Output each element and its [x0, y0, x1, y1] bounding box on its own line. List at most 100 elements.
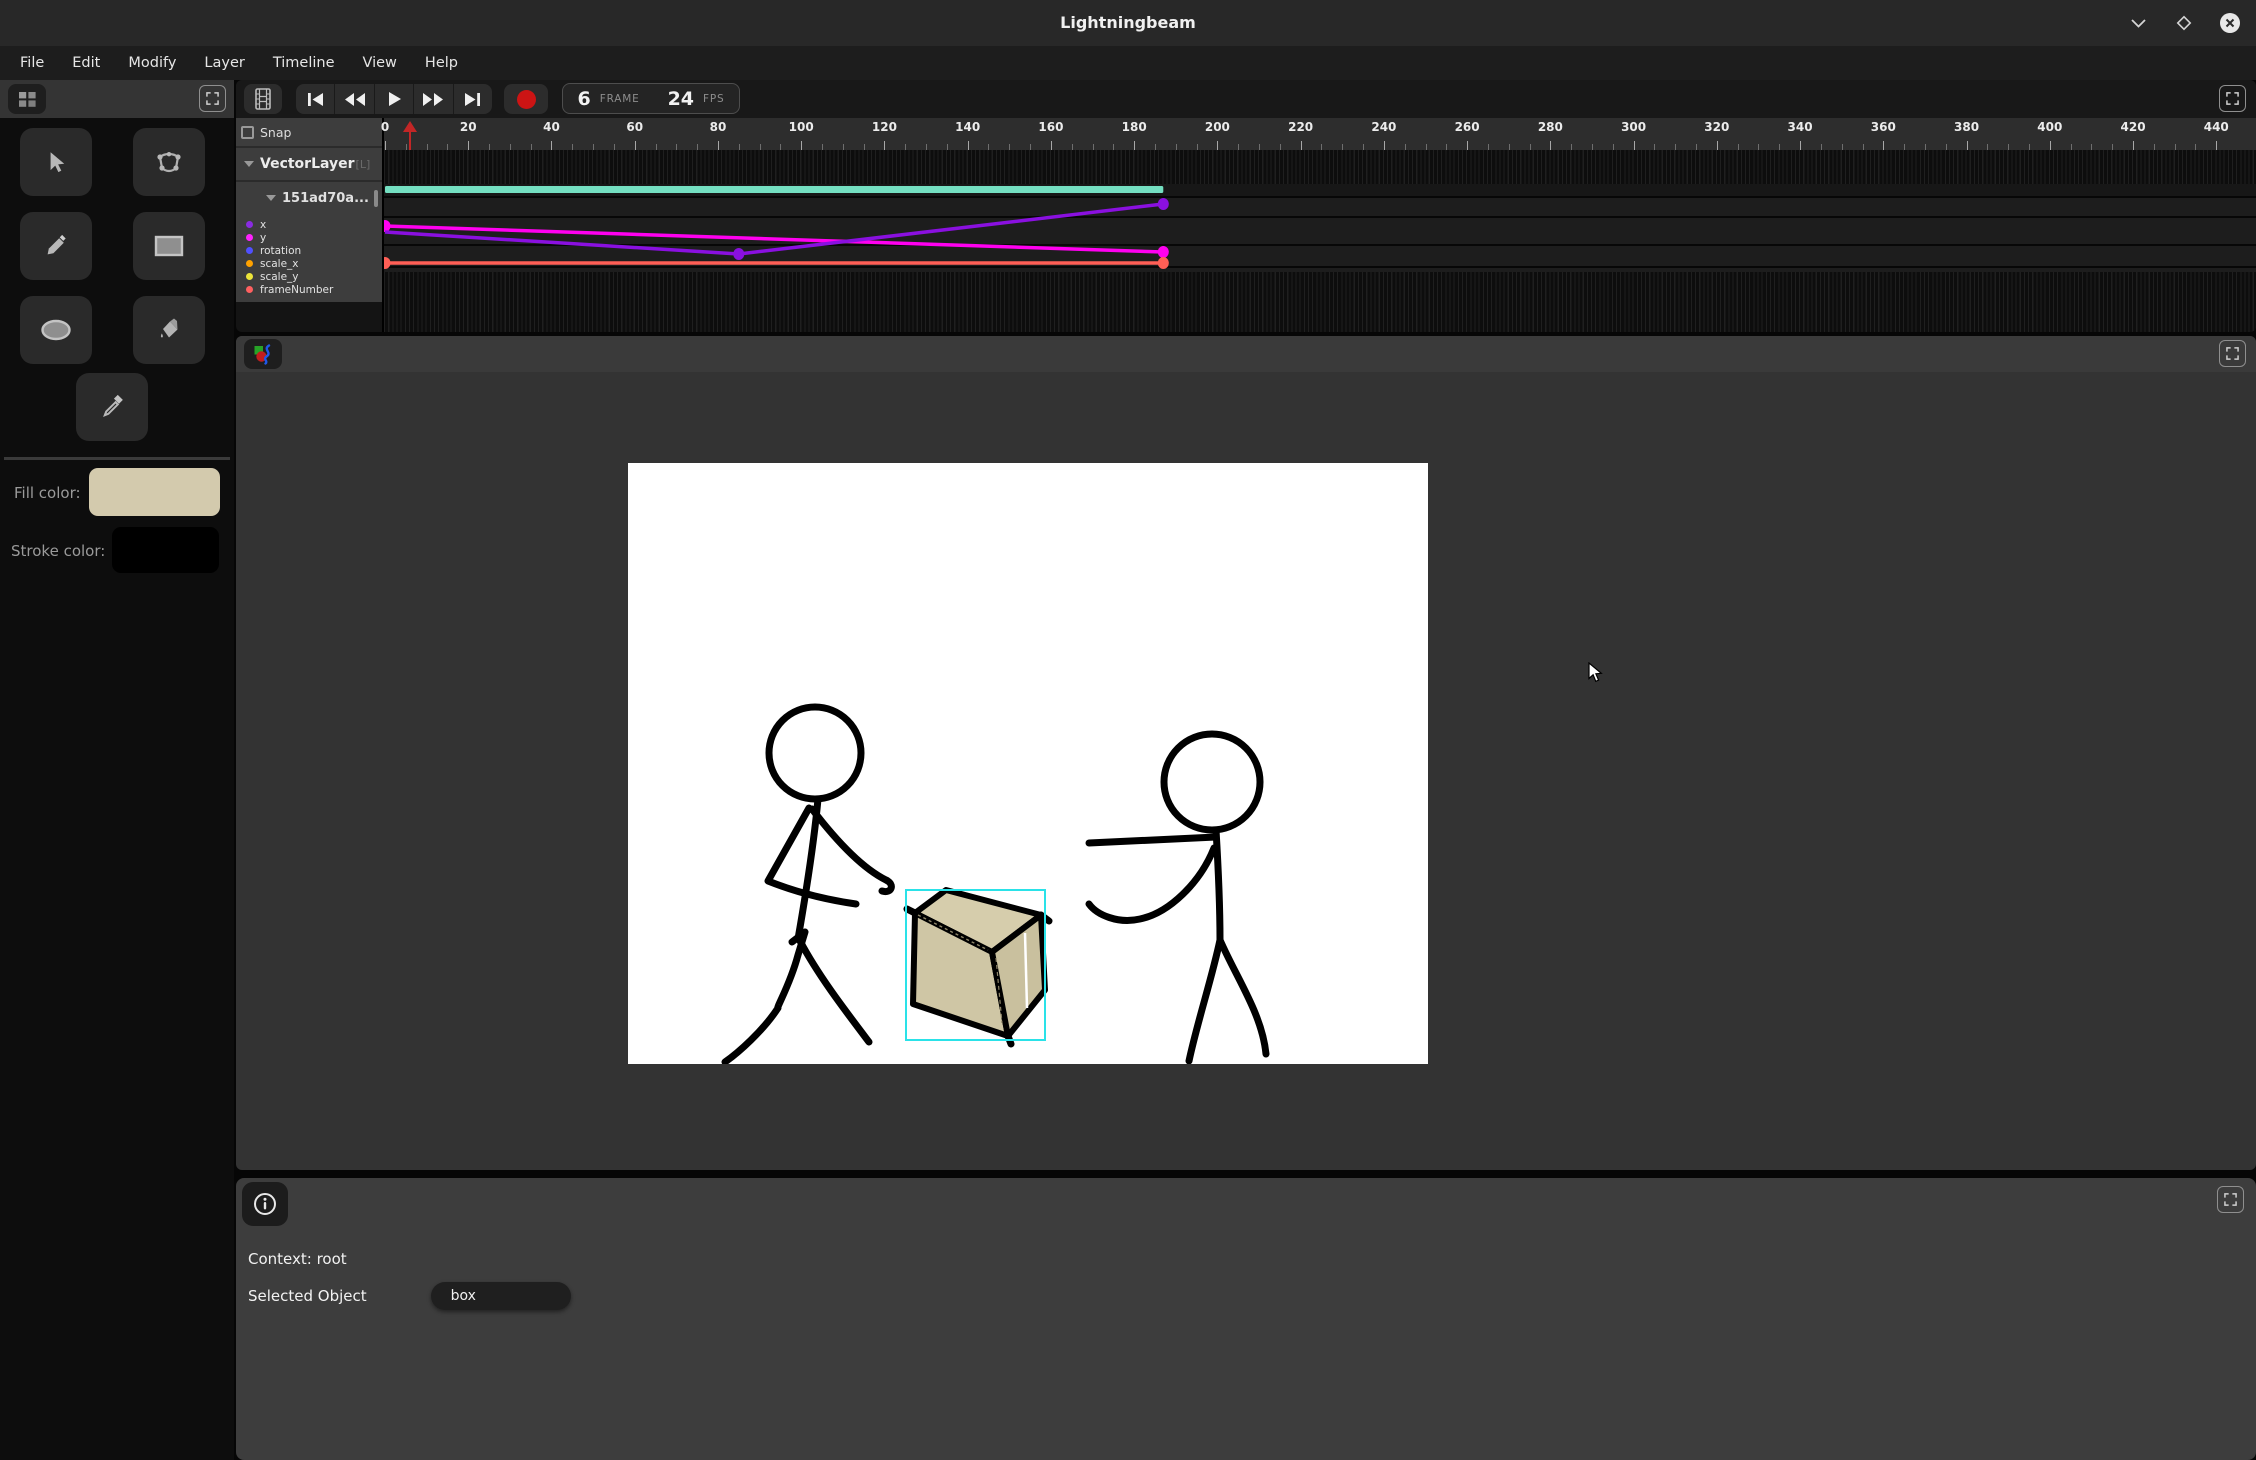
artboard[interactable]: [628, 463, 1428, 1064]
panel-grid-button[interactable]: [8, 84, 46, 114]
playhead[interactable]: [403, 121, 417, 150]
object-row[interactable]: 151ad70a... ~: [236, 182, 382, 214]
ruler-label: 380: [1954, 120, 1979, 134]
rewind-button[interactable]: [335, 84, 374, 114]
collapse-caret-icon[interactable]: [266, 195, 276, 201]
timeline-tracks[interactable]: 0204060801001201401601802002202402602803…: [382, 118, 2256, 332]
ruler-tick: [968, 141, 969, 150]
sidebar-expand-button[interactable]: [199, 85, 226, 112]
ruler-label: 440: [2204, 120, 2229, 134]
select-tool-button[interactable]: [20, 128, 92, 196]
property-rotation[interactable]: rotation: [236, 244, 382, 257]
menu-item-modify[interactable]: Modify: [114, 46, 190, 80]
ruler-label: 200: [1205, 120, 1230, 134]
property-scale_y[interactable]: scale_y: [236, 270, 382, 283]
paint-bucket-tool-button[interactable]: [133, 296, 205, 364]
timeline-header: 6 FRAME 24 FPS: [236, 80, 2256, 118]
ruler-label: 180: [1122, 120, 1147, 134]
eyedropper-tool-button[interactable]: [76, 373, 148, 441]
snap-row: Snap: [236, 118, 382, 146]
menu-item-help[interactable]: Help: [411, 46, 472, 80]
film-panel-button[interactable]: [244, 84, 282, 114]
menu-item-view[interactable]: View: [349, 46, 411, 80]
skip-start-icon: [306, 92, 325, 107]
selected-object-input[interactable]: box: [431, 1282, 571, 1310]
ruler-tick: [635, 141, 636, 150]
record-icon: [517, 90, 536, 109]
canvas-expand-button[interactable]: [2219, 340, 2246, 367]
canvas-panel: [236, 336, 2256, 1170]
ruler-label: 360: [1871, 120, 1896, 134]
ruler-tick: [385, 141, 386, 150]
ellipse-icon: [40, 319, 72, 341]
fill-color-swatch[interactable]: [89, 468, 220, 516]
skip-end-icon: [463, 92, 482, 107]
minimize-icon[interactable]: [2126, 11, 2150, 35]
pencil-tool-button[interactable]: [20, 212, 92, 280]
play-button[interactable]: [375, 84, 414, 114]
sidebar-header: [0, 80, 234, 118]
box-object[interactable]: [907, 890, 1049, 1044]
keyframe-dot-y: [1158, 246, 1169, 258]
transform-tool-button[interactable]: [133, 128, 205, 196]
property-name: x: [260, 219, 266, 231]
property-name: rotation: [260, 245, 301, 257]
ruler-label: 400: [2037, 120, 2062, 134]
info-panel-button[interactable]: [242, 1182, 288, 1226]
object-name: 151ad70a...: [282, 191, 369, 206]
collapse-caret-icon[interactable]: [244, 161, 254, 167]
ruler-label: 340: [1788, 120, 1813, 134]
titlebar: Lightningbeam: [0, 0, 2256, 46]
ruler-tick: [1301, 141, 1302, 150]
inspector-panel: Context: root Selected Object box: [236, 1178, 2256, 1460]
ellipse-tool-button[interactable]: [20, 296, 92, 364]
ruler-label: 260: [1455, 120, 1480, 134]
stroke-color-swatch[interactable]: [112, 527, 219, 573]
fast-forward-button[interactable]: [414, 84, 453, 114]
left-stick-figure[interactable]: [725, 707, 891, 1062]
menu-item-layer[interactable]: Layer: [190, 46, 258, 80]
fill-color-label: Fill color:: [14, 484, 81, 502]
ruler-tick: [1883, 141, 1884, 150]
keyframe-dot-x: [1158, 198, 1169, 210]
layer-name: VectorLayer: [260, 156, 355, 172]
inspector-expand-button[interactable]: [2217, 1186, 2244, 1213]
ruler-tick: [1800, 141, 1801, 150]
selected-object-label: Selected Object: [248, 1287, 367, 1305]
ruler-tick: [468, 141, 469, 150]
skip-to-end-button[interactable]: [454, 84, 492, 114]
property-y[interactable]: y: [236, 231, 382, 244]
ruler-label: 40: [543, 120, 560, 134]
property-color-dot: [246, 286, 253, 293]
menu-item-file[interactable]: File: [6, 46, 58, 80]
rectangle-tool-button[interactable]: [133, 212, 205, 280]
timeline-panel: 6 FRAME 24 FPS Snap VectorLayer [L]: [236, 80, 2256, 332]
expand-icon: [206, 92, 219, 105]
ruler-label: 60: [626, 120, 643, 134]
timeline-ruler[interactable]: 0204060801001201401601802002202402602803…: [384, 118, 2256, 150]
property-color-dot: [246, 221, 253, 228]
stroke-color-label: Stroke color:: [11, 542, 105, 560]
object-swatch-button[interactable]: [374, 190, 378, 207]
snap-checkbox[interactable]: [241, 126, 254, 139]
property-scale_x[interactable]: scale_x: [236, 257, 382, 270]
ruler-label: 240: [1371, 120, 1396, 134]
layer-row-vectorlayer[interactable]: VectorLayer [L]: [236, 148, 382, 180]
property-frameNumber[interactable]: frameNumber: [236, 283, 382, 296]
timeline-expand-button[interactable]: [2219, 85, 2246, 112]
window-controls: [2126, 0, 2242, 46]
skip-to-start-button[interactable]: [296, 84, 335, 114]
maximize-icon[interactable]: [2172, 11, 2196, 35]
property-x[interactable]: x: [236, 218, 382, 231]
right-stick-figure[interactable]: [1089, 734, 1266, 1061]
ruler-tick: [1634, 141, 1635, 150]
shapes-panel-button[interactable]: [244, 339, 282, 369]
close-icon[interactable]: [2218, 11, 2242, 35]
property-color-dot: [246, 273, 253, 280]
fps-label: FPS: [703, 93, 724, 105]
ruler-tick: [551, 141, 552, 150]
menu-item-timeline[interactable]: Timeline: [259, 46, 349, 80]
ruler-label: 220: [1288, 120, 1313, 134]
menu-item-edit[interactable]: Edit: [58, 46, 114, 80]
record-button[interactable]: [504, 84, 548, 114]
